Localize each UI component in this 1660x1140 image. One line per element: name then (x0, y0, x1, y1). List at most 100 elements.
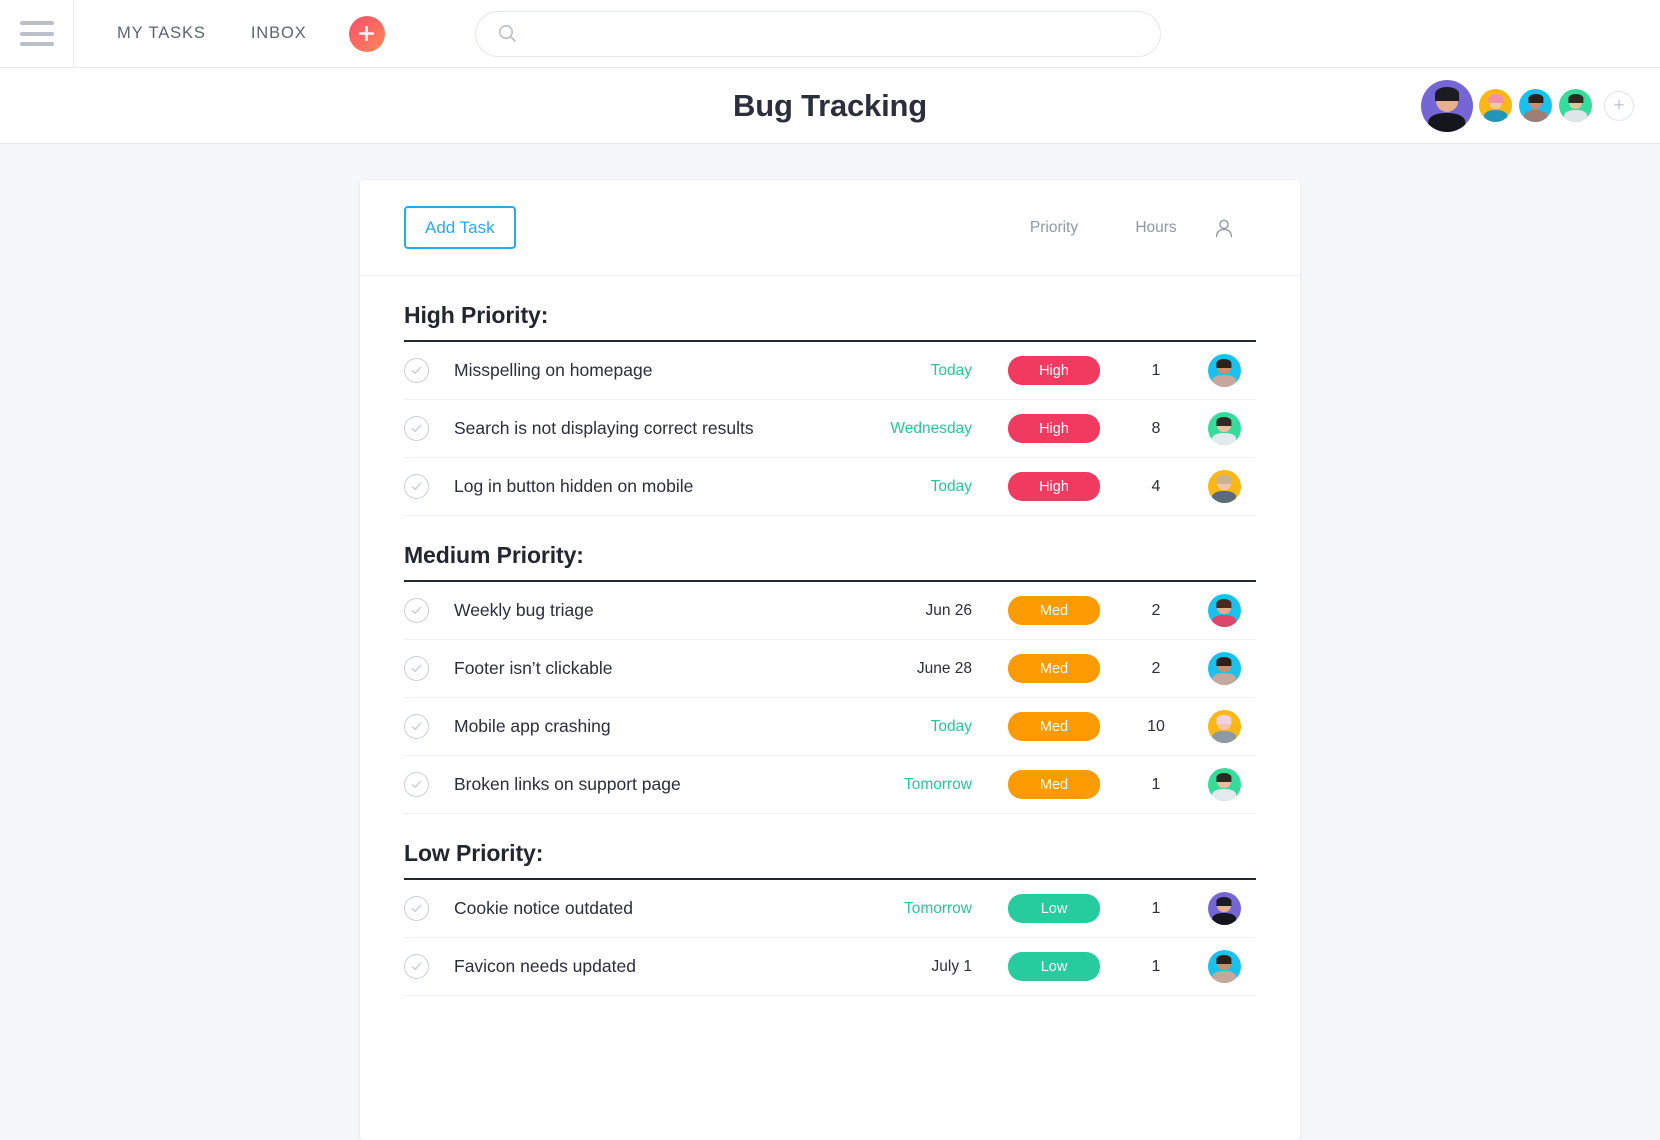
check-icon (411, 722, 422, 731)
task-name: Broken links on support page (454, 774, 681, 794)
task-hours: 1 (1151, 957, 1161, 975)
priority-cell: Med (988, 596, 1120, 625)
task-due-date: Jun 26 (925, 601, 972, 619)
task-name: Cookie notice outdated (454, 898, 634, 918)
task-name: Mobile app crashing (454, 716, 611, 736)
task-complete-checkbox[interactable] (404, 358, 429, 383)
assignee-cell[interactable] (1192, 950, 1256, 983)
column-header-priority: Priority (1029, 218, 1079, 236)
nav-link-my-tasks[interactable]: MY TASKS (117, 24, 206, 43)
task-name: Weekly bug triage (454, 600, 594, 620)
task-row[interactable]: Search is not displaying correct results… (404, 400, 1256, 458)
priority-cell: Low (988, 952, 1120, 981)
group-title: High Priority: (404, 302, 1256, 342)
quick-add-button[interactable] (348, 15, 385, 52)
assignee-cell[interactable] (1192, 892, 1256, 925)
task-complete-checkbox[interactable] (404, 772, 429, 797)
task-due-date: Today (930, 361, 972, 379)
task-group-high: High Priority: Misspelling on homepage T… (404, 276, 1256, 516)
assignee-cell[interactable] (1192, 354, 1256, 387)
task-complete-checkbox[interactable] (404, 474, 429, 499)
assignee-avatar[interactable] (1207, 892, 1241, 925)
task-complete-checkbox[interactable] (404, 598, 429, 623)
assignee-cell[interactable] (1192, 412, 1256, 445)
assignee-avatar[interactable] (1207, 768, 1241, 801)
priority-badge[interactable]: Med (1008, 770, 1100, 799)
task-row[interactable]: Footer isn’t clickable June 28 Med 2 (404, 640, 1256, 698)
member-avatar-group: + (1421, 79, 1634, 132)
priority-badge[interactable]: High (1008, 414, 1100, 443)
task-list-card: Add Task Priority Hours High Priority: M… (360, 180, 1300, 1140)
task-hours: 8 (1151, 419, 1161, 437)
task-row[interactable]: Misspelling on homepage Today High 1 (404, 342, 1256, 400)
group-title: Low Priority: (404, 840, 1256, 880)
add-member-button[interactable]: + (1604, 90, 1634, 121)
top-navigation-bar: MY TASKS INBOX (0, 0, 1660, 68)
task-name: Search is not displaying correct results (454, 418, 754, 438)
assignee-avatar[interactable] (1207, 710, 1241, 743)
task-row[interactable]: Broken links on support page Tomorrow Me… (404, 756, 1256, 814)
priority-badge[interactable]: Med (1008, 596, 1100, 625)
member-avatar-4[interactable] (1559, 89, 1592, 122)
check-icon (411, 424, 422, 433)
person-icon (1215, 219, 1233, 237)
task-hours: 4 (1151, 477, 1161, 495)
check-icon (411, 664, 422, 673)
priority-badge[interactable]: Low (1008, 952, 1100, 981)
nav-link-inbox[interactable]: INBOX (251, 24, 307, 43)
priority-cell: Med (988, 654, 1120, 683)
task-name: Favicon needs updated (454, 956, 636, 976)
task-complete-checkbox[interactable] (404, 656, 429, 681)
add-task-button[interactable]: Add Task (404, 206, 516, 249)
menu-toggle-button[interactable] (0, 0, 74, 68)
avatar-face (1559, 89, 1592, 122)
task-hours: 2 (1151, 601, 1161, 619)
priority-cell: High (988, 414, 1120, 443)
task-complete-checkbox[interactable] (404, 954, 429, 979)
priority-badge[interactable]: Med (1008, 712, 1100, 741)
assignee-cell[interactable] (1192, 710, 1256, 743)
priority-badge[interactable]: High (1008, 356, 1100, 385)
task-name: Footer isn’t clickable (454, 658, 613, 678)
task-complete-checkbox[interactable] (404, 896, 429, 921)
task-due-date: Today (930, 477, 972, 495)
priority-badge[interactable]: Low (1008, 894, 1100, 923)
search-input[interactable] (526, 25, 1144, 42)
member-avatar-3[interactable] (1519, 89, 1552, 122)
task-hours: 10 (1147, 717, 1165, 735)
check-icon (411, 962, 422, 971)
task-due-date: Wednesday (890, 419, 972, 437)
assignee-avatar[interactable] (1207, 950, 1241, 983)
task-complete-checkbox[interactable] (404, 714, 429, 739)
task-row[interactable]: Favicon needs updated July 1 Low 1 (404, 938, 1256, 996)
task-row[interactable]: Mobile app crashing Today Med 10 (404, 698, 1256, 756)
task-row[interactable]: Weekly bug triage Jun 26 Med 2 (404, 582, 1256, 640)
assignee-cell[interactable] (1192, 652, 1256, 685)
assignee-avatar[interactable] (1207, 354, 1241, 387)
avatar-face (1479, 89, 1512, 122)
assignee-cell[interactable] (1192, 768, 1256, 801)
assignee-cell[interactable] (1192, 594, 1256, 627)
assignee-cell[interactable] (1192, 470, 1256, 503)
priority-cell: High (988, 356, 1120, 385)
task-due-date: Tomorrow (903, 775, 972, 793)
assignee-avatar[interactable] (1207, 412, 1241, 445)
task-hours: 1 (1151, 775, 1161, 793)
check-icon (411, 780, 422, 789)
group-title: Medium Priority: (404, 542, 1256, 582)
member-avatar-1[interactable] (1421, 79, 1473, 132)
task-row[interactable]: Log in button hidden on mobile Today Hig… (404, 458, 1256, 516)
assignee-avatar[interactable] (1207, 652, 1241, 685)
priority-badge[interactable]: Med (1008, 654, 1100, 683)
task-due-date: July 1 (931, 957, 973, 975)
assignee-avatar[interactable] (1207, 470, 1241, 503)
task-complete-checkbox[interactable] (404, 416, 429, 441)
priority-badge[interactable]: High (1008, 472, 1100, 501)
search-bar[interactable] (474, 10, 1161, 57)
check-icon (411, 904, 422, 913)
task-name: Misspelling on homepage (454, 360, 653, 380)
task-row[interactable]: Cookie notice outdated Tomorrow Low 1 (404, 880, 1256, 938)
member-avatar-2[interactable] (1479, 89, 1512, 122)
search-icon (498, 25, 516, 42)
assignee-avatar[interactable] (1207, 594, 1241, 627)
